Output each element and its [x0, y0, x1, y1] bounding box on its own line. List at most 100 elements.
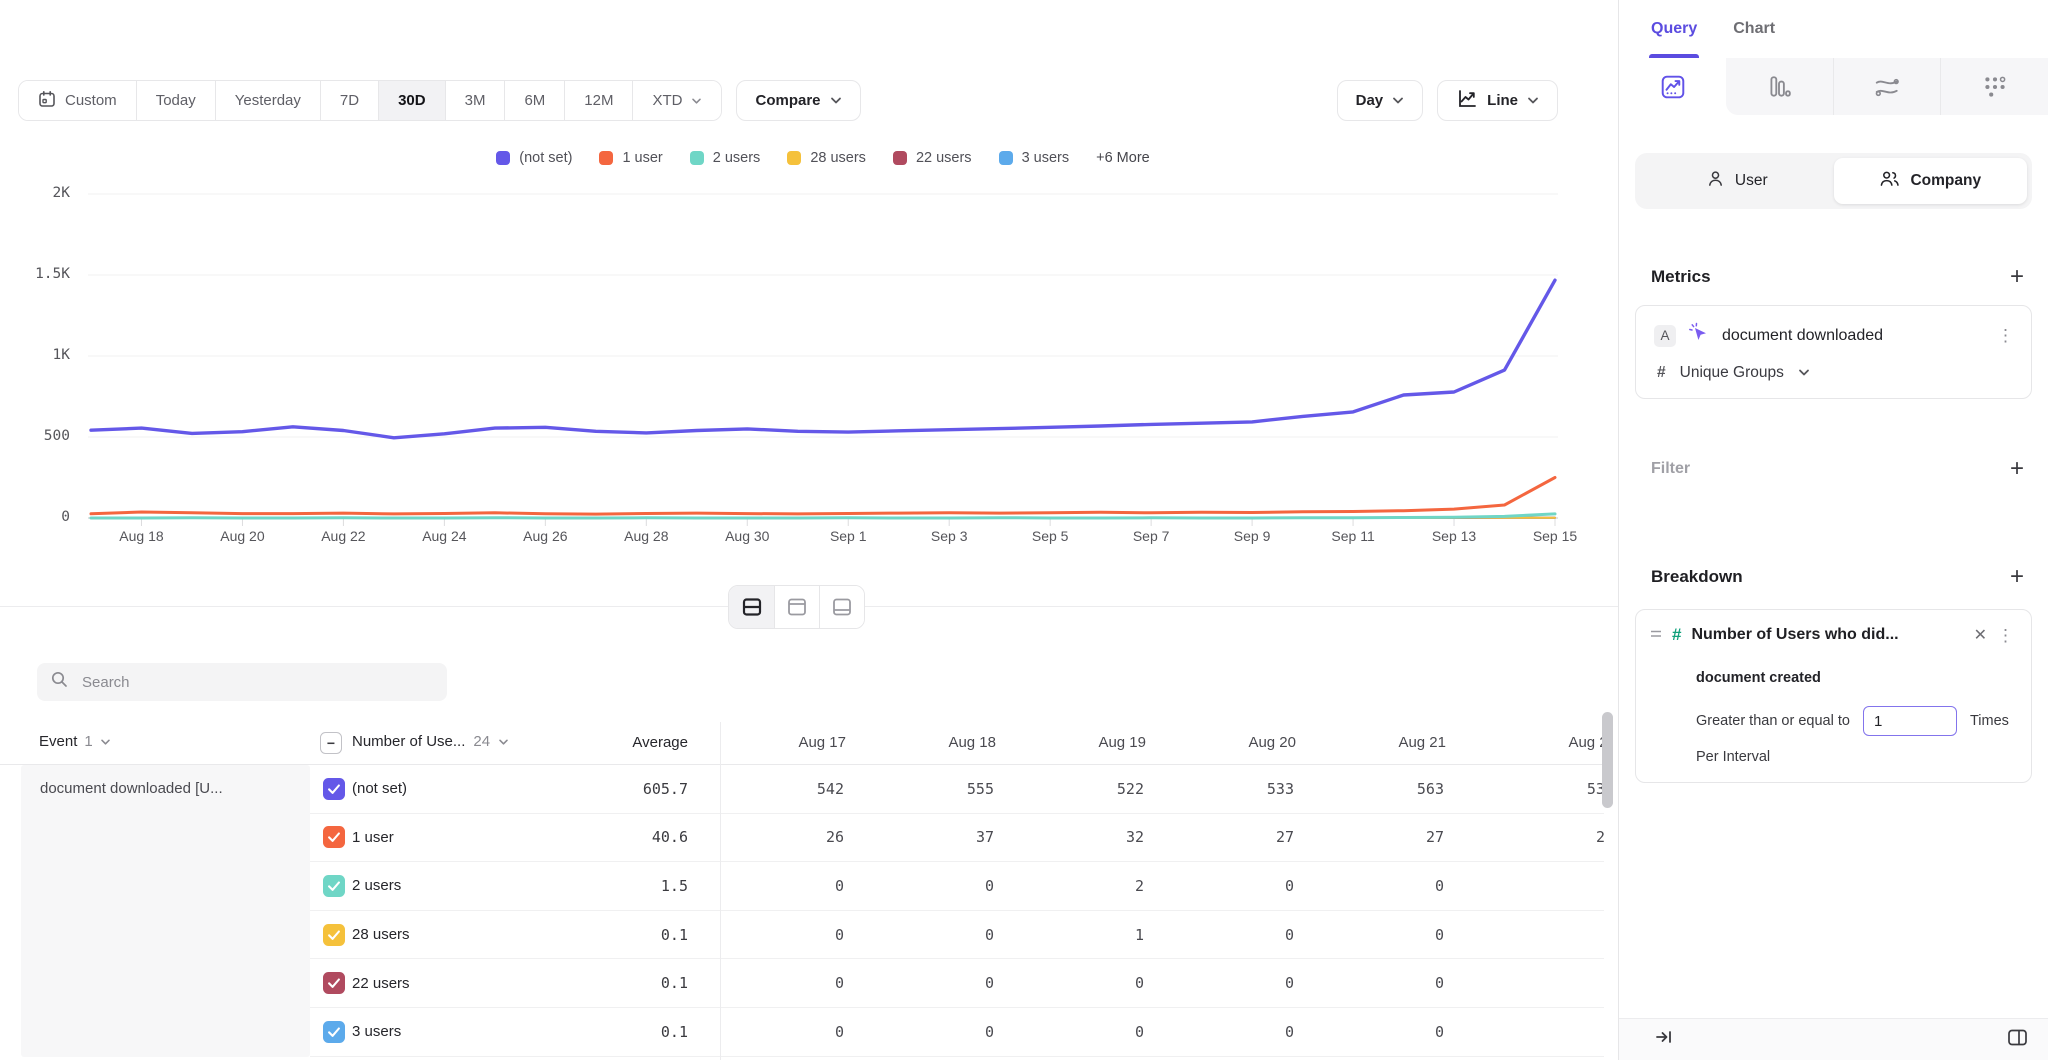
legend-item[interactable]: 2 users: [690, 150, 761, 166]
table-body: document downloaded [U... (not set)605.7…: [0, 765, 1604, 1057]
compare-button[interactable]: Compare: [736, 80, 860, 121]
add-metric-button[interactable]: +: [2010, 265, 2024, 289]
chart-type-dropdown[interactable]: Line: [1437, 80, 1558, 121]
search-icon: [51, 671, 68, 693]
breakdown-card[interactable]: # Number of Users who did... ✕ ⋮ documen…: [1635, 609, 2032, 783]
chart-type-line-button[interactable]: [1619, 58, 1726, 115]
metric-event-name[interactable]: document downloaded: [1722, 327, 1985, 345]
legend-item[interactable]: 22 users: [893, 150, 972, 166]
x-tick-label: Aug 18: [96, 528, 186, 544]
analytics-app: CustomTodayYesterday7D30D3M6M12MXTD Comp…: [0, 0, 2048, 1060]
results-table: Event 1 − Number of Use... 24 Average Au…: [0, 722, 1604, 1060]
row-value: 0: [720, 877, 870, 895]
tab-chart[interactable]: Chart: [1733, 0, 1775, 58]
layout-toggle-group: [728, 585, 865, 629]
breakdown-kebab-icon[interactable]: ⋮: [1997, 627, 2015, 644]
date-column-header[interactable]: Aug 22: [1472, 734, 1604, 751]
x-tick-label: Aug 30: [702, 528, 792, 544]
metrics-title: Metrics: [1651, 267, 1711, 287]
drag-handle-icon[interactable]: [1650, 626, 1662, 644]
legend-item[interactable]: 3 users: [999, 150, 1070, 166]
row-checkbox[interactable]: [310, 826, 352, 848]
date-column-header[interactable]: Aug 20: [1172, 734, 1322, 751]
chevron-down-icon: [1392, 92, 1404, 109]
user-icon: [1706, 169, 1725, 193]
threshold-input[interactable]: [1863, 706, 1957, 736]
interval-dropdown[interactable]: Day: [1337, 80, 1424, 121]
date-column-header[interactable]: Aug 19: [1022, 734, 1172, 751]
row-value: 555: [870, 780, 1020, 798]
chart-type-bar-button[interactable]: [1726, 58, 1833, 115]
close-icon[interactable]: ✕: [1974, 625, 1987, 645]
row-checkbox[interactable]: [310, 875, 352, 897]
range-7d[interactable]: 7D: [320, 81, 378, 120]
row-average: 0.1: [582, 1023, 720, 1041]
search-box[interactable]: [37, 663, 447, 701]
chart-type-strip-inactive: [1726, 58, 2048, 115]
date-column-header[interactable]: Aug 18: [872, 734, 1022, 751]
group-column-header[interactable]: Number of Use... 24: [352, 733, 509, 750]
table-row[interactable]: 3 users0.1000000: [310, 1008, 1604, 1057]
layout-split-button[interactable]: [729, 586, 774, 628]
metric-card[interactable]: A document downloaded ⋮ # Unique Groups: [1635, 305, 2032, 399]
condition-label[interactable]: Greater than or equal to: [1696, 713, 1850, 729]
date-column-header[interactable]: Aug 21: [1322, 734, 1472, 751]
table-scrollbar[interactable]: [1602, 712, 1613, 808]
legend-swatch: [599, 151, 613, 165]
legend-item[interactable]: (not set): [496, 150, 572, 166]
range-yesterday[interactable]: Yesterday: [215, 81, 320, 120]
date-column-header[interactable]: Aug 17: [722, 734, 872, 751]
breakdown-section-header: Breakdown +: [1651, 565, 2024, 589]
search-input[interactable]: [80, 673, 433, 692]
average-column-header[interactable]: Average: [582, 734, 688, 751]
table-row[interactable]: 2 users1.5002000: [310, 862, 1604, 911]
scope-company-button[interactable]: Company: [1834, 158, 2028, 204]
chevron-down-icon: [498, 733, 509, 750]
row-checkbox[interactable]: [310, 778, 352, 800]
legend-more[interactable]: +6 More: [1096, 150, 1150, 166]
metric-aggregation[interactable]: # Unique Groups: [1654, 364, 2015, 382]
table-row[interactable]: 28 users0.1001000: [310, 911, 1604, 960]
range-today[interactable]: Today: [136, 81, 215, 120]
add-breakdown-button[interactable]: +: [2010, 565, 2024, 589]
line-chart[interactable]: [88, 190, 1558, 530]
range-custom[interactable]: Custom: [19, 81, 136, 120]
row-value: 0: [720, 974, 870, 992]
table-row[interactable]: 22 users0.1000000: [310, 959, 1604, 1008]
table-row[interactable]: (not set)605.7542555522533563538: [310, 765, 1604, 814]
select-all-checkbox[interactable]: −: [320, 732, 342, 754]
chart-type-grid-button[interactable]: [1940, 58, 2048, 115]
row-value: 27: [1170, 828, 1320, 846]
layout-table-only-button[interactable]: [819, 586, 864, 628]
collapse-panel-icon[interactable]: [1655, 1029, 1673, 1050]
row-checkbox[interactable]: [310, 972, 352, 994]
scope-user-button[interactable]: User: [1640, 158, 1834, 204]
query-panel: Query Chart User: [1618, 0, 2048, 1060]
range-12m[interactable]: 12M: [564, 81, 632, 120]
range-3m[interactable]: 3M: [445, 81, 505, 120]
metric-kebab-icon[interactable]: ⋮: [1997, 327, 2015, 344]
tab-query[interactable]: Query: [1651, 0, 1697, 58]
range-6m[interactable]: 6M: [504, 81, 564, 120]
breakdown-event[interactable]: document created: [1696, 670, 2015, 686]
chevron-down-icon: [1798, 364, 1810, 382]
range-xtd[interactable]: XTD: [632, 81, 721, 120]
row-checkbox[interactable]: [310, 924, 352, 946]
chart-type-flow-button[interactable]: [1833, 58, 1941, 115]
add-filter-button[interactable]: +: [2010, 457, 2024, 481]
per-interval-label[interactable]: Per Interval: [1696, 749, 2015, 765]
row-checkbox[interactable]: [310, 1021, 352, 1043]
table-row[interactable]: 1 user40.6263732272727: [310, 814, 1604, 863]
legend-item[interactable]: 28 users: [787, 150, 866, 166]
row-value: 0: [1320, 926, 1470, 944]
layout-chart-only-button[interactable]: [774, 586, 819, 628]
row-value: 32: [1020, 828, 1170, 846]
range-30d[interactable]: 30D: [378, 81, 445, 120]
legend-item[interactable]: 1 user: [599, 150, 662, 166]
row-value: 563: [1320, 780, 1470, 798]
event-item-cell[interactable]: document downloaded [U...: [21, 765, 310, 1057]
split-view-icon[interactable]: [2007, 1028, 2028, 1052]
row-value: 37: [870, 828, 1020, 846]
event-column-header[interactable]: Event 1: [39, 733, 111, 750]
column-divider: [720, 722, 721, 1060]
